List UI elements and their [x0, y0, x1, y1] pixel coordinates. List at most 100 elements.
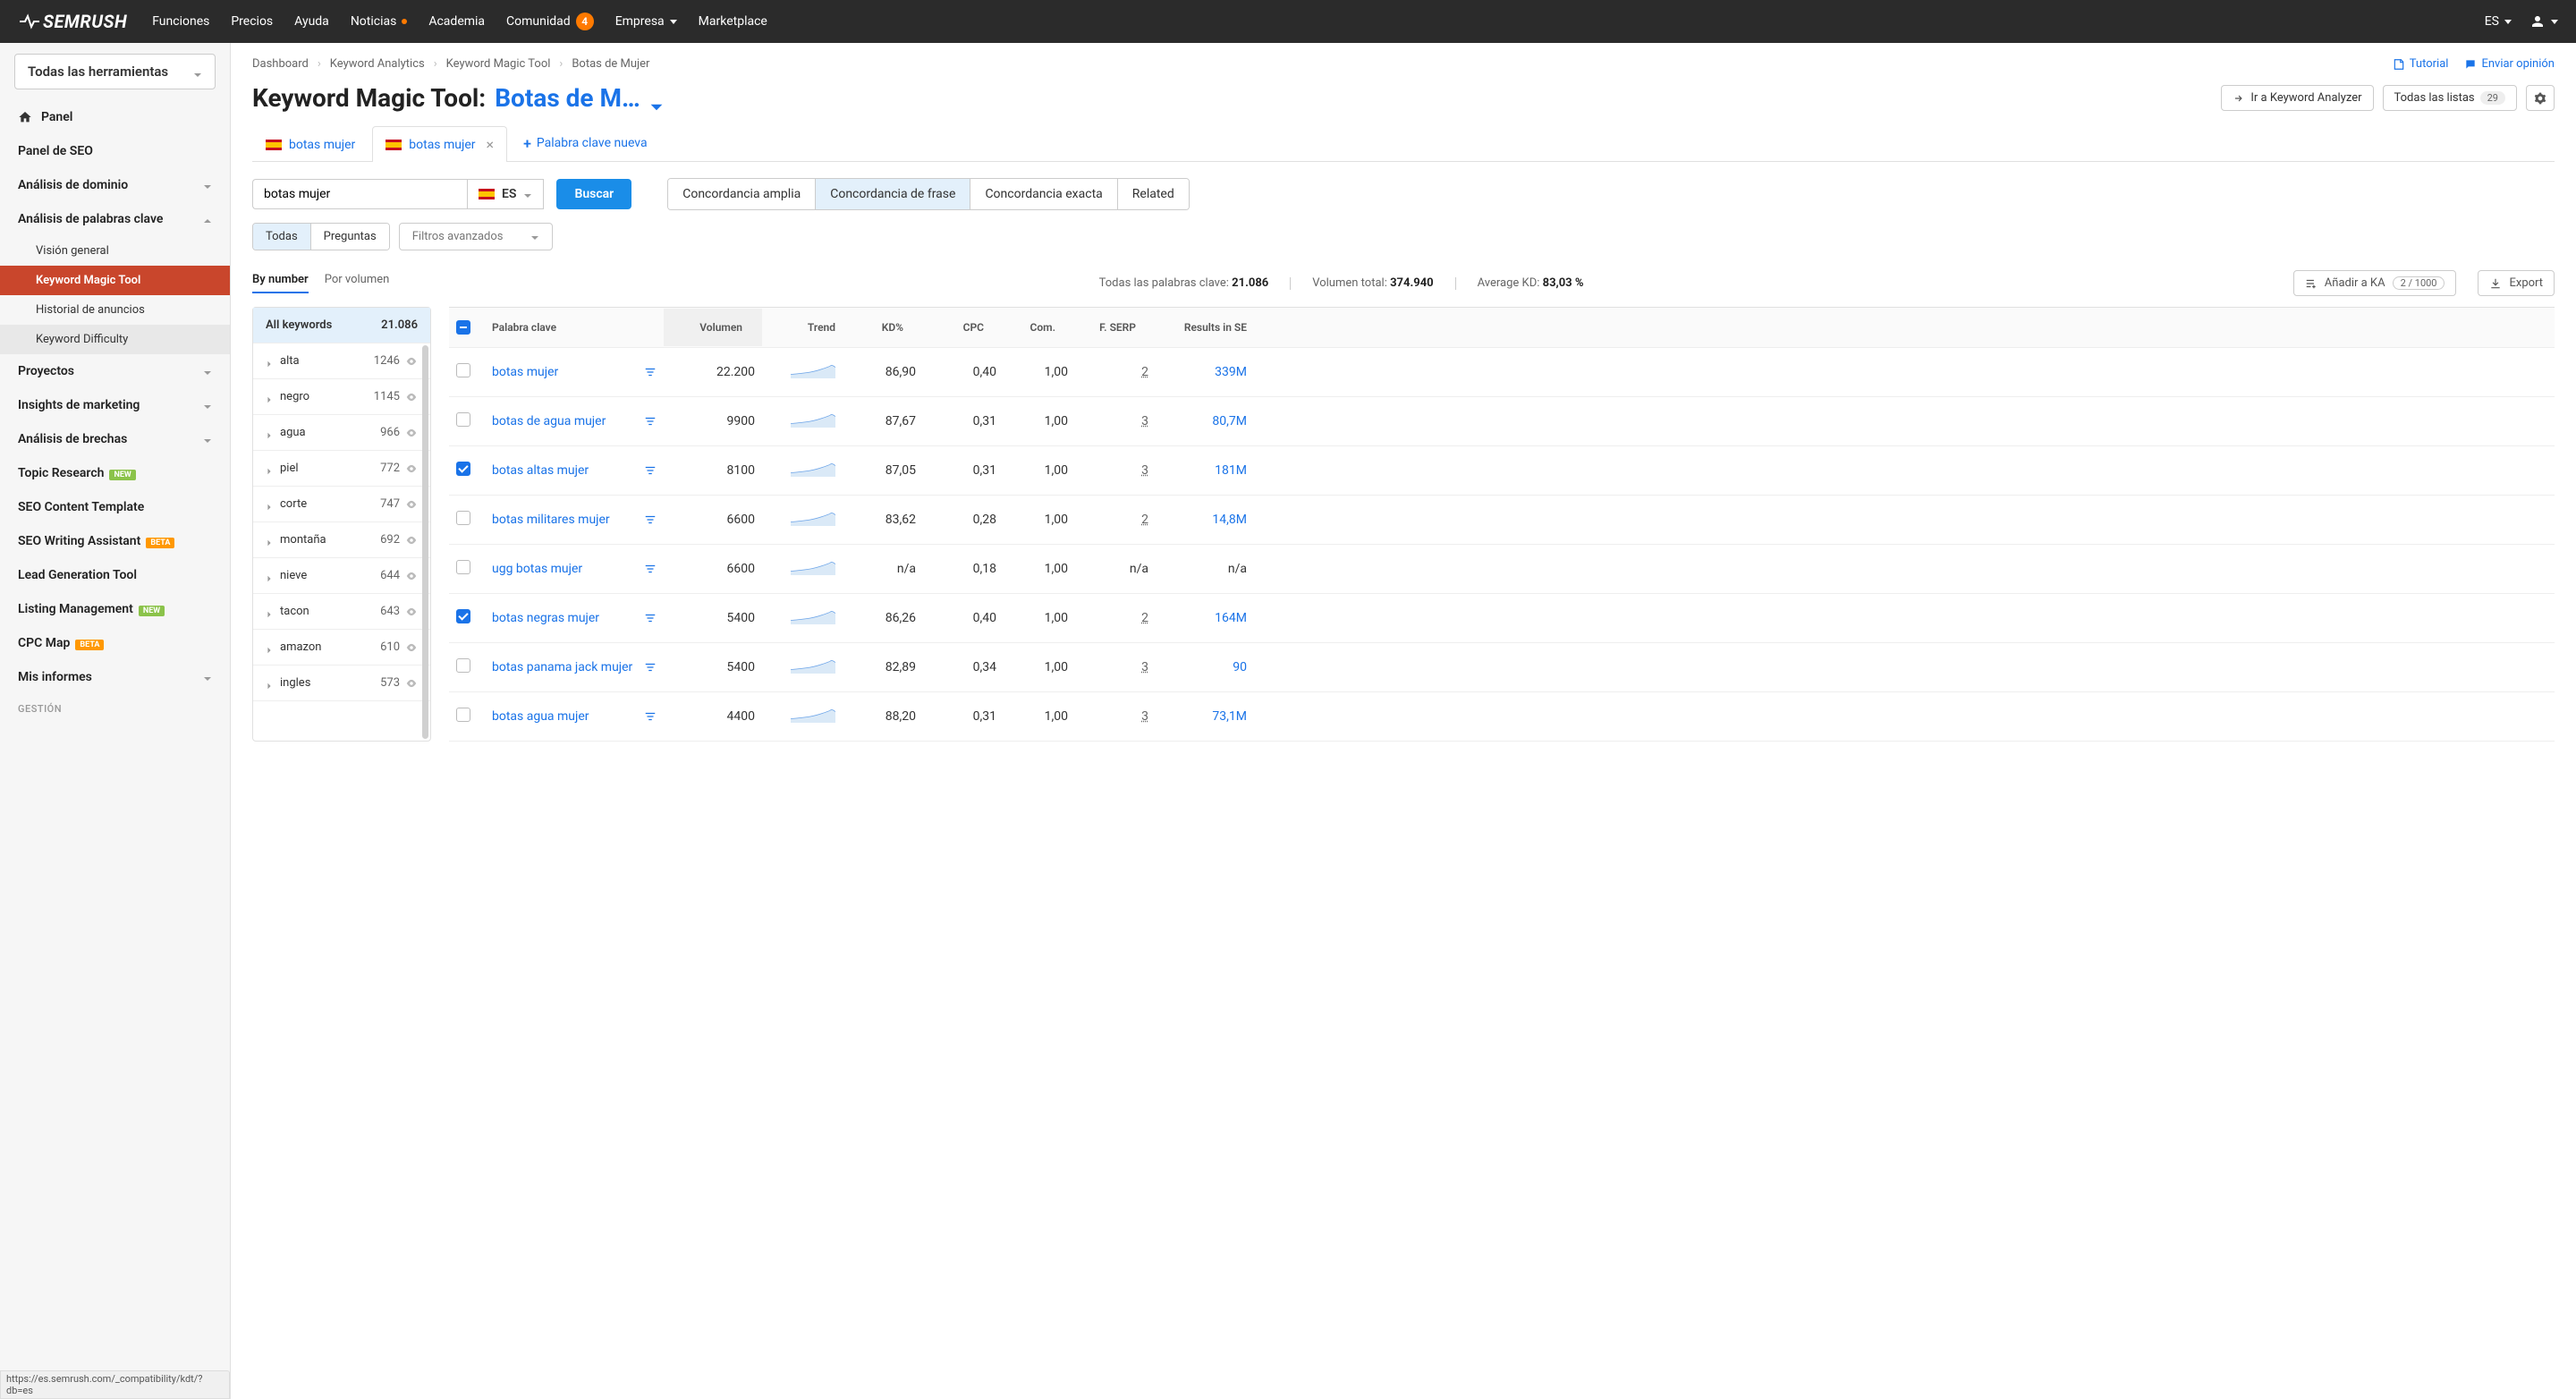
results-link[interactable]: 339M [1215, 365, 1247, 379]
results-link[interactable]: 73,1M [1212, 709, 1247, 724]
feedback-link[interactable]: Enviar opinión [2464, 57, 2555, 71]
match-exact[interactable]: Concordancia exacta [970, 179, 1117, 209]
advanced-filters[interactable]: Filtros avanzados [399, 223, 553, 250]
row-checkbox[interactable] [456, 511, 470, 525]
keyword-link[interactable]: botas panama jack mujer [492, 660, 657, 674]
eye-icon[interactable] [405, 427, 418, 439]
nav-noticias[interactable]: Noticias [351, 13, 408, 30]
row-checkbox[interactable] [456, 708, 470, 722]
row-checkbox[interactable] [456, 462, 470, 476]
group-row-9[interactable]: ingles573 [253, 666, 430, 701]
add-to-ka-button[interactable]: Añadir a KA 2 / 1000 [2293, 270, 2457, 296]
row-checkbox[interactable] [456, 560, 470, 574]
col-results[interactable]: Results in SE [1156, 309, 1254, 346]
sidebar-item-8[interactable]: SEO Writing AssistantBETA [0, 524, 230, 558]
results-link[interactable]: 90 [1233, 660, 1247, 674]
group-row-6[interactable]: nieve644 [253, 558, 430, 594]
logo[interactable]: SEMRUSH [18, 11, 127, 32]
col-keyword[interactable]: Palabra clave [485, 309, 664, 346]
col-trend[interactable]: Trend [762, 309, 843, 346]
group-row-1[interactable]: negro1145 [253, 379, 430, 415]
eye-icon[interactable] [405, 677, 418, 690]
serp-count[interactable]: 2 [1141, 513, 1148, 527]
group-row-4[interactable]: corte747 [253, 487, 430, 522]
keyword-link[interactable]: botas agua mujer [492, 709, 657, 724]
nav-precios[interactable]: Precios [231, 13, 273, 30]
match-related[interactable]: Related [1118, 179, 1189, 209]
eye-icon[interactable] [405, 462, 418, 475]
sidebar-item-12[interactable]: Mis informes [0, 660, 230, 694]
group-row-2[interactable]: agua966 [253, 415, 430, 451]
results-link[interactable]: 14,8M [1212, 513, 1247, 527]
crumb-keyword-analytics[interactable]: Keyword Analytics [330, 57, 425, 71]
results-link[interactable]: 164M [1215, 611, 1247, 625]
serp-count[interactable]: 3 [1141, 463, 1148, 478]
results-link[interactable]: 80,7M [1212, 414, 1247, 428]
sidebar-item-0[interactable]: Panel de SEO [0, 134, 230, 168]
filter-questions[interactable]: Preguntas [311, 224, 389, 250]
sort-by-number[interactable]: By number [252, 273, 309, 293]
filter-icon[interactable] [644, 710, 657, 723]
sidebar-item-4[interactable]: Insights de marketing [0, 388, 230, 422]
sidebar-item-6[interactable]: Topic ResearchNEW [0, 456, 230, 490]
row-checkbox[interactable] [456, 363, 470, 377]
sidebar-sub-2-0[interactable]: Visión general [0, 236, 230, 266]
chevron-down-icon[interactable] [649, 91, 664, 106]
match-phrase[interactable]: Concordancia de frase [816, 179, 970, 209]
group-row-5[interactable]: montaña692 [253, 522, 430, 558]
filter-icon[interactable] [644, 612, 657, 624]
settings-button[interactable] [2526, 85, 2555, 111]
group-row-7[interactable]: tacon643 [253, 594, 430, 630]
sidebar-item-9[interactable]: Lead Generation Tool [0, 558, 230, 592]
search-button[interactable]: Buscar [556, 179, 631, 209]
serp-count[interactable]: 3 [1141, 414, 1148, 428]
col-volume[interactable]: Volumen [664, 309, 762, 346]
filter-icon[interactable] [644, 464, 657, 477]
group-row-3[interactable]: piel772 [253, 451, 430, 487]
filter-icon[interactable] [644, 661, 657, 674]
nav-funciones[interactable]: Funciones [152, 13, 209, 30]
keyword-link[interactable]: botas de agua mujer [492, 414, 657, 428]
filter-icon[interactable] [644, 513, 657, 526]
all-lists-button[interactable]: Todas las listas 29 [2383, 85, 2518, 111]
sidebar-item-5[interactable]: Análisis de brechas [0, 422, 230, 456]
sidebar-item-10[interactable]: Listing ManagementNEW [0, 592, 230, 626]
eye-icon[interactable] [405, 606, 418, 618]
nav-ayuda[interactable]: Ayuda [294, 13, 329, 30]
keyword-search-input[interactable] [252, 179, 467, 209]
lang-selector[interactable]: ES [2485, 14, 2512, 29]
select-all-checkbox[interactable] [456, 320, 470, 335]
sidebar-sub-2-3[interactable]: Keyword Difficulty [0, 325, 230, 354]
crumb-keyword-magic-tool[interactable]: Keyword Magic Tool [446, 57, 551, 71]
eye-icon[interactable] [405, 641, 418, 654]
filter-icon[interactable] [644, 563, 657, 575]
sidebar-item-11[interactable]: CPC MapBETA [0, 626, 230, 660]
eye-icon[interactable] [405, 534, 418, 547]
eye-icon[interactable] [405, 355, 418, 368]
user-menu[interactable] [2529, 13, 2558, 30]
sidebar-item-3[interactable]: Proyectos [0, 354, 230, 388]
match-broad[interactable]: Concordancia amplia [668, 179, 816, 209]
sidebar-item-1[interactable]: Análisis de dominio [0, 168, 230, 202]
kw-tab-1[interactable]: botas mujer × [372, 126, 507, 162]
eye-icon[interactable] [405, 391, 418, 403]
group-row-0[interactable]: alta1246 [253, 343, 430, 379]
keyword-link[interactable]: ugg botas mujer [492, 562, 657, 576]
lang-select[interactable]: ES [467, 179, 544, 209]
keyword-link[interactable]: botas mujer [492, 365, 657, 379]
nav-marketplace[interactable]: Marketplace [699, 13, 767, 30]
kw-tab-0[interactable]: botas mujer [252, 128, 369, 161]
filter-all[interactable]: Todas [253, 224, 311, 250]
nav-comunidad[interactable]: Comunidad4 [506, 13, 594, 30]
close-icon[interactable]: × [487, 136, 495, 153]
tools-dropdown[interactable]: Todas las herramientas [14, 54, 216, 89]
nav-empresa[interactable]: Empresa [615, 13, 677, 30]
eye-icon[interactable] [405, 570, 418, 582]
keyword-link[interactable]: botas militares mujer [492, 513, 657, 527]
sidebar-sub-2-1[interactable]: Keyword Magic Tool [0, 266, 230, 295]
eye-icon[interactable] [405, 498, 418, 511]
serp-count[interactable]: 2 [1141, 611, 1148, 625]
row-checkbox[interactable] [456, 609, 470, 623]
sidebar-item-7[interactable]: SEO Content Template [0, 490, 230, 524]
sort-by-volume[interactable]: Por volumen [325, 273, 390, 293]
